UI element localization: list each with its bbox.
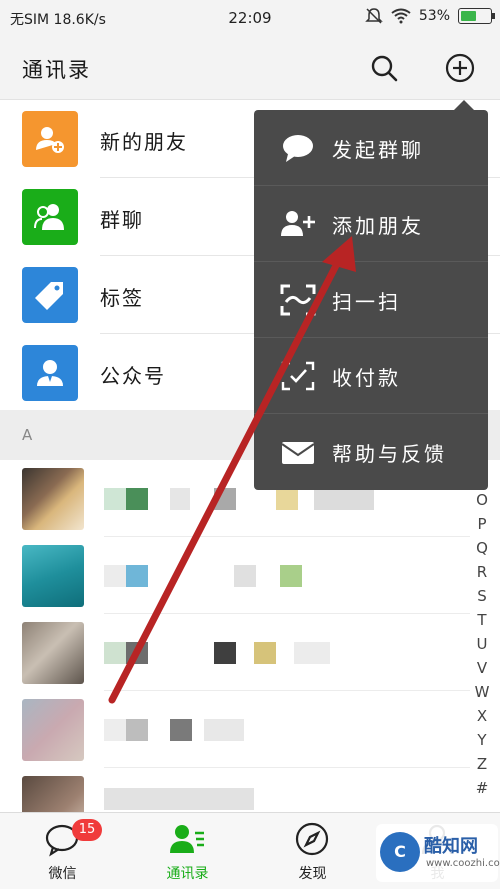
index-letter[interactable]: V xyxy=(470,656,494,680)
add-friend-icon xyxy=(22,111,78,167)
avatar xyxy=(22,622,84,684)
menu-label: 扫一扫 xyxy=(332,290,401,314)
status-bar: 无SIM 18.6K/s 22:09 53% xyxy=(0,0,500,36)
index-letter[interactable]: U xyxy=(470,632,494,656)
plus-circle-icon[interactable] xyxy=(444,52,476,84)
index-letter[interactable]: P xyxy=(470,512,494,536)
row-label: 标签 xyxy=(100,286,144,310)
avatar xyxy=(22,545,84,607)
menu-help-feedback[interactable]: 帮助与反馈 xyxy=(254,414,488,490)
avatar xyxy=(22,468,84,530)
contact-name-obscured xyxy=(104,786,404,810)
group-icon xyxy=(22,189,78,245)
chat-bubble-icon xyxy=(283,135,313,162)
row-label: 公众号 xyxy=(100,364,166,388)
avatar xyxy=(22,699,84,761)
add-person-icon xyxy=(281,211,315,236)
contact-row[interactable] xyxy=(0,537,470,614)
menu-scan[interactable]: 扫一扫 xyxy=(254,262,488,338)
mute-bell-icon xyxy=(365,8,383,24)
payment-icon xyxy=(281,361,315,391)
contact-row[interactable] xyxy=(0,768,470,838)
menu-label: 帮助与反馈 xyxy=(332,442,447,466)
compass-icon xyxy=(295,822,329,856)
index-letter[interactable]: W xyxy=(470,680,494,704)
status-icons: 53% xyxy=(365,7,495,25)
contact-row[interactable] xyxy=(0,691,470,768)
tab-chats[interactable]: 15 微信 xyxy=(0,813,125,889)
index-letter[interactable]: S xyxy=(470,584,494,608)
official-account-icon xyxy=(22,345,78,401)
app-header: 通讯录 xyxy=(0,36,500,100)
plus-popup-menu: 发起群聊 添加朋友 扫一扫 收付款 帮助与反馈 xyxy=(254,100,488,490)
watermark-logo-icon: C xyxy=(380,832,420,872)
wifi-icon xyxy=(391,8,411,24)
index-letter[interactable]: Q xyxy=(470,536,494,560)
index-letter[interactable]: Y xyxy=(470,728,494,752)
section-letter: A xyxy=(22,426,33,444)
index-letter[interactable]: # xyxy=(470,776,494,800)
menu-add-friend[interactable]: 添加朋友 xyxy=(254,186,488,262)
index-letter[interactable]: X xyxy=(470,704,494,728)
contact-name-obscured xyxy=(104,640,404,664)
tag-icon xyxy=(22,267,78,323)
scan-icon xyxy=(280,284,316,316)
search-icon[interactable] xyxy=(368,52,400,84)
contact-name-obscured xyxy=(104,563,404,587)
contacts-tab-icon xyxy=(170,825,204,853)
index-letter[interactable]: T xyxy=(470,608,494,632)
mail-icon xyxy=(281,442,315,464)
tab-discover[interactable]: 发现 xyxy=(250,813,375,889)
battery-percent: 53% xyxy=(418,8,450,24)
index-letter[interactable]: O xyxy=(470,488,494,512)
battery-icon xyxy=(458,8,495,24)
watermark-title: 酷知网 xyxy=(424,836,478,857)
contact-row[interactable] xyxy=(0,614,470,691)
menu-label: 添加朋友 xyxy=(332,214,424,238)
row-label: 群聊 xyxy=(100,208,144,232)
menu-payment[interactable]: 收付款 xyxy=(254,338,488,414)
tab-contacts[interactable]: 通讯录 xyxy=(125,813,250,889)
tab-label: 发现 xyxy=(298,866,327,882)
menu-label: 发起群聊 xyxy=(332,138,424,162)
alphabet-index[interactable]: O P Q R S T U V W X Y Z # xyxy=(470,488,494,800)
contact-name-obscured xyxy=(104,717,404,741)
menu-start-group-chat[interactable]: 发起群聊 xyxy=(254,110,488,186)
menu-label: 收付款 xyxy=(332,366,401,390)
page-title: 通讯录 xyxy=(22,58,91,82)
tab-label: 通讯录 xyxy=(166,866,209,882)
tab-label: 微信 xyxy=(48,866,77,882)
row-label: 新的朋友 xyxy=(100,130,188,154)
unread-badge: 15 xyxy=(72,819,102,841)
index-letter[interactable]: R xyxy=(470,560,494,584)
site-watermark: C 酷知网 www.coozhi.com xyxy=(376,824,500,882)
index-letter[interactable]: Z xyxy=(470,752,494,776)
watermark-subtitle: www.coozhi.com xyxy=(426,858,500,869)
